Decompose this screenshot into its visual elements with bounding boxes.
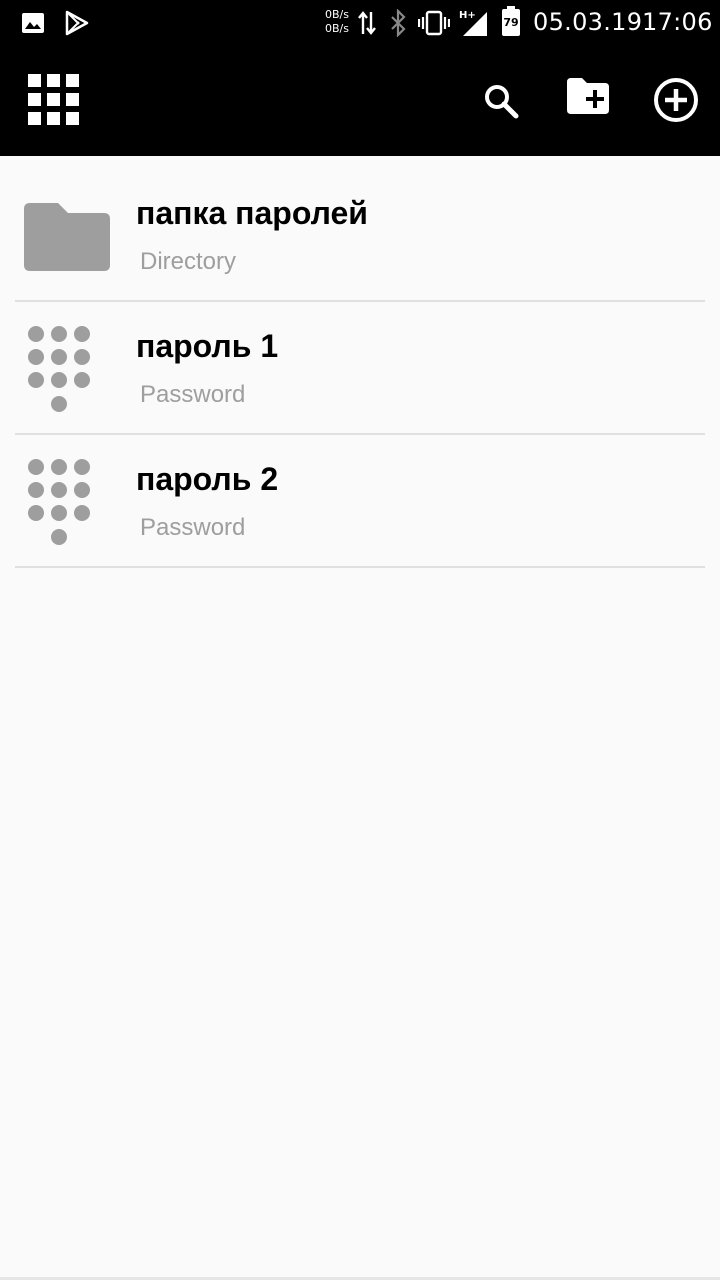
vibrate-icon xyxy=(418,0,450,46)
net-down-speed: 0B/s xyxy=(325,22,349,35)
apps-grid-icon[interactable] xyxy=(28,74,80,126)
play-store-icon xyxy=(64,0,90,46)
list-item-directory[interactable]: папка паролей Directory xyxy=(15,169,705,302)
status-date: 05.03.19 xyxy=(533,8,643,36)
battery-level: 79 xyxy=(503,16,519,29)
list-item-password[interactable]: пароль 1 Password xyxy=(15,302,705,435)
item-title: папка паролей xyxy=(136,195,368,231)
battery-icon: 79 xyxy=(502,6,520,36)
network-speed: 0B/s 0B/s xyxy=(325,8,353,36)
status-bar: 0B/s 0B/s H+ 79 05.03.19 17:06 xyxy=(0,0,720,46)
bluetooth-icon xyxy=(388,0,408,46)
list-item-password[interactable]: пароль 2 Password xyxy=(15,435,705,568)
item-type: Directory xyxy=(140,248,237,275)
folder-icon xyxy=(24,201,112,273)
data-transfer-icon xyxy=(357,0,377,46)
app-toolbar xyxy=(0,46,720,156)
image-icon xyxy=(21,0,45,46)
keypad-icon xyxy=(24,324,94,416)
item-title: пароль 2 xyxy=(136,461,279,497)
add-circle-icon[interactable] xyxy=(653,77,699,123)
item-type: Password xyxy=(140,381,246,408)
signal-hplus-icon: H+ xyxy=(459,0,489,46)
svg-text:H+: H+ xyxy=(459,10,476,21)
net-up-speed: 0B/s xyxy=(325,8,349,21)
new-folder-icon[interactable] xyxy=(565,76,611,122)
item-title: пароль 1 xyxy=(136,328,279,364)
keypad-icon xyxy=(24,457,94,549)
item-type: Password xyxy=(140,514,246,541)
status-time: 17:06 xyxy=(642,8,713,36)
search-icon[interactable] xyxy=(482,82,522,122)
